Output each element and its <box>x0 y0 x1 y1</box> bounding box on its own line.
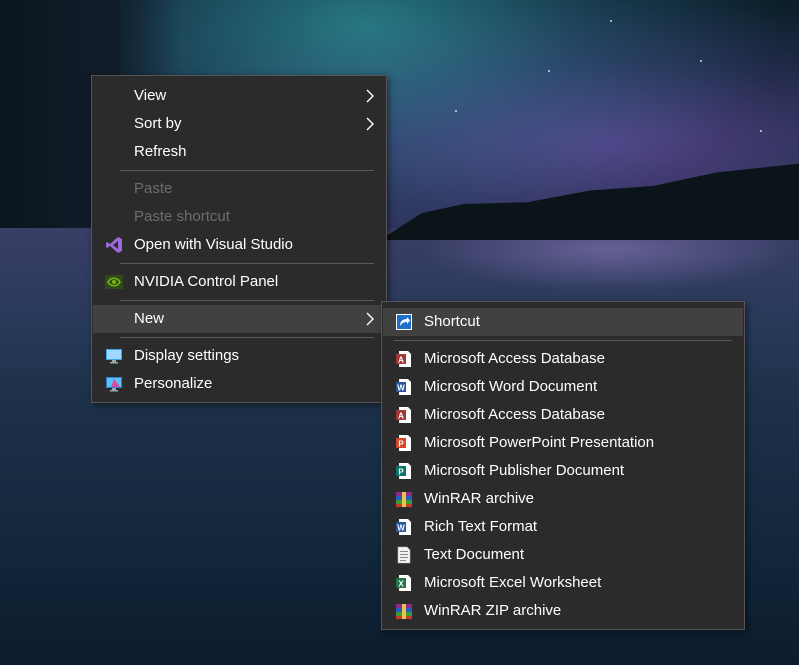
excel-icon: X <box>396 575 411 591</box>
menu-item-view[interactable]: View <box>93 82 385 110</box>
star <box>455 110 457 112</box>
desktop-context-menu: View Sort by Refresh Paste Paste shortcu… <box>91 75 387 403</box>
visual-studio-icon <box>106 237 122 253</box>
shortcut-icon <box>396 314 412 330</box>
submenu-item-rich-text-format[interactable]: W Rich Text Format <box>383 513 743 541</box>
menu-separator <box>120 263 374 264</box>
svg-text:P: P <box>398 440 404 449</box>
submenu-item-label: Rich Text Format <box>424 518 538 535</box>
menu-item-label: Sort by <box>134 115 182 132</box>
svg-text:W: W <box>397 384 405 393</box>
star <box>700 60 702 62</box>
menu-item-label: Paste <box>134 180 173 197</box>
menu-item-sort-by[interactable]: Sort by <box>93 110 385 138</box>
menu-item-label: Personalize <box>134 375 213 392</box>
nvidia-icon <box>105 275 123 289</box>
submenu-item-label: Microsoft Publisher Document <box>424 462 625 479</box>
submenu-item-publisher-document[interactable]: P Microsoft Publisher Document <box>383 457 743 485</box>
menu-item-paste-shortcut: Paste shortcut <box>93 203 385 231</box>
submenu-item-label: Microsoft PowerPoint Presentation <box>424 434 655 451</box>
svg-text:A: A <box>398 412 404 421</box>
lake-reflection <box>420 232 799 292</box>
svg-text:W: W <box>397 524 405 533</box>
menu-item-new[interactable]: New <box>93 305 385 333</box>
svg-text:X: X <box>398 580 404 589</box>
winrar-zip-icon <box>396 604 412 619</box>
chevron-right-icon <box>366 117 374 131</box>
menu-item-label: Paste shortcut <box>134 208 230 225</box>
menu-item-display-settings[interactable]: Display settings <box>93 342 385 370</box>
star <box>760 130 762 132</box>
menu-separator <box>120 300 374 301</box>
access-icon: A <box>396 351 411 367</box>
menu-item-open-with-visual-studio[interactable]: Open with Visual Studio <box>93 231 385 259</box>
menu-item-paste: Paste <box>93 175 385 203</box>
submenu-item-label: Text Document <box>424 546 525 563</box>
menu-separator <box>120 170 374 171</box>
svg-text:A: A <box>398 356 404 365</box>
star <box>548 70 550 72</box>
menu-item-refresh[interactable]: Refresh <box>93 138 385 166</box>
word-icon: W <box>396 379 411 395</box>
chevron-right-icon <box>366 312 374 326</box>
submenu-item-label: Microsoft Access Database <box>424 350 605 367</box>
text-document-icon <box>397 546 411 564</box>
submenu-item-powerpoint-presentation[interactable]: P Microsoft PowerPoint Presentation <box>383 429 743 457</box>
menu-separator <box>120 337 374 338</box>
submenu-item-label: WinRAR ZIP archive <box>424 602 562 619</box>
submenu-item-label: Microsoft Access Database <box>424 406 605 423</box>
winrar-icon <box>396 492 412 507</box>
powerpoint-icon: P <box>396 435 411 451</box>
display-settings-icon <box>106 349 122 364</box>
submenu-item-label: WinRAR archive <box>424 490 535 507</box>
chevron-right-icon <box>366 89 374 103</box>
rtf-icon: W <box>396 519 411 535</box>
new-submenu: Shortcut A Microsoft Access Database W M… <box>381 301 745 630</box>
submenu-item-access-database-2[interactable]: A Microsoft Access Database <box>383 401 743 429</box>
menu-separator <box>394 340 732 341</box>
submenu-item-shortcut[interactable]: Shortcut <box>383 308 743 336</box>
submenu-item-label: Shortcut <box>424 313 480 330</box>
access-icon: A <box>396 407 411 423</box>
submenu-item-label: Microsoft Excel Worksheet <box>424 574 602 591</box>
submenu-item-winrar-archive[interactable]: WinRAR archive <box>383 485 743 513</box>
menu-item-label: Open with Visual Studio <box>134 236 293 253</box>
publisher-icon: P <box>396 463 411 479</box>
submenu-item-label: Microsoft Word Document <box>424 378 598 395</box>
menu-item-label: View <box>134 87 167 104</box>
menu-item-label: New <box>134 310 165 327</box>
menu-item-nvidia-control-panel[interactable]: NVIDIA Control Panel <box>93 268 385 296</box>
submenu-item-text-document[interactable]: Text Document <box>383 541 743 569</box>
menu-item-label: Refresh <box>134 143 187 160</box>
svg-text:P: P <box>398 468 404 477</box>
menu-item-personalize[interactable]: Personalize <box>93 370 385 398</box>
submenu-item-access-database[interactable]: A Microsoft Access Database <box>383 345 743 373</box>
submenu-item-word-document[interactable]: W Microsoft Word Document <box>383 373 743 401</box>
submenu-item-excel-worksheet[interactable]: X Microsoft Excel Worksheet <box>383 569 743 597</box>
personalize-icon <box>106 377 122 392</box>
menu-item-label: NVIDIA Control Panel <box>134 273 279 290</box>
submenu-item-winrar-zip-archive[interactable]: WinRAR ZIP archive <box>383 597 743 625</box>
menu-item-label: Display settings <box>134 347 240 364</box>
star <box>610 20 612 22</box>
